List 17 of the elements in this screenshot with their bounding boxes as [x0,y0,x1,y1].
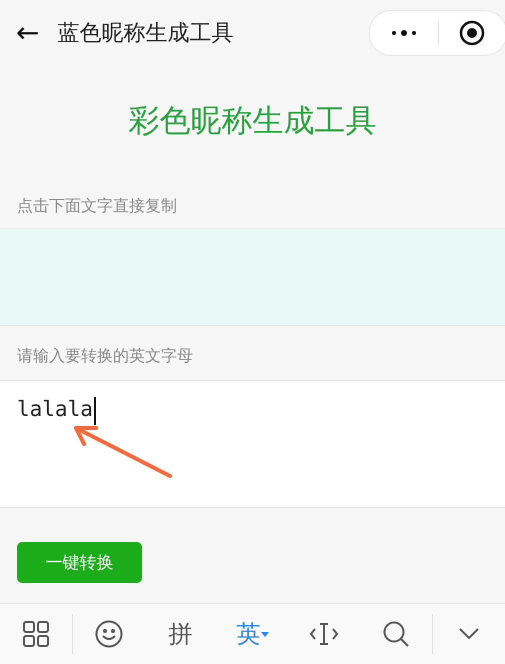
page-title: 蓝色昵称生成工具 [57,20,234,48]
close-icon[interactable] [459,20,486,46]
chevron-down-icon [459,628,480,640]
smiley-icon [94,620,123,648]
grid-icon [22,621,49,647]
caret-icon [260,632,268,636]
output-label: 点击下面文字直接复制 [16,196,178,217]
text-cursor [94,397,96,425]
heading: 彩色昵称生成工具 [128,102,378,141]
back-button[interactable]: ← [16,19,40,47]
keyboard-key[interactable]: 英 [216,612,288,656]
text-cursor-icon [309,622,340,646]
search-icon [383,621,410,647]
input-label: 请输入要转换的英文字母 [16,346,194,367]
keyboard-key[interactable]: 拼 [144,612,217,656]
more-icon[interactable] [390,29,417,37]
input-field[interactable]: lalala [0,380,505,508]
